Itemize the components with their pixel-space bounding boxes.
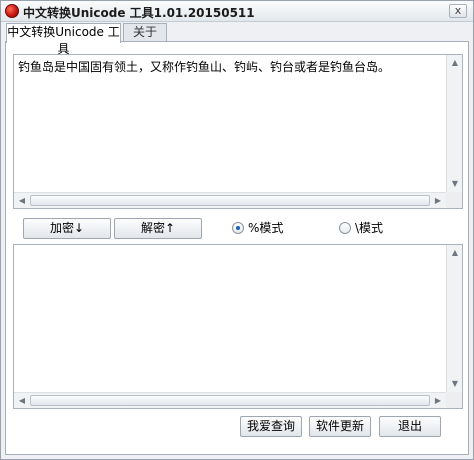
- close-button[interactable]: x: [449, 4, 467, 18]
- percent-mode-label: %模式: [248, 221, 284, 235]
- scroll-right-icon[interactable]: ▶: [430, 393, 446, 409]
- exit-button[interactable]: 退出: [379, 416, 441, 437]
- scroll-thumb[interactable]: [30, 195, 430, 206]
- update-button[interactable]: 软件更新: [309, 416, 371, 437]
- radio-checked-icon[interactable]: [232, 222, 244, 234]
- app-icon: [5, 4, 19, 18]
- query-button[interactable]: 我爱查询: [240, 416, 302, 437]
- backslash-mode-label: \模式: [355, 221, 384, 235]
- tab-about[interactable]: 关于: [123, 23, 167, 42]
- decode-button[interactable]: 解密↑: [114, 218, 202, 239]
- converter-panel: 钓鱼岛是中国固有领土，又称作钓鱼山、钓屿、钓台或者是钓鱼台岛。 ▲ ▼ ◀ ▶ …: [5, 41, 469, 455]
- scroll-left-icon[interactable]: ◀: [14, 393, 30, 409]
- encode-button[interactable]: 加密↓: [23, 218, 111, 239]
- output-textarea[interactable]: ▲ ▼ ◀ ▶: [13, 244, 463, 409]
- scroll-left-icon[interactable]: ◀: [14, 193, 30, 209]
- title-bar[interactable]: 中文转换Unicode 工具1.01.20150511 x: [1, 1, 473, 22]
- scroll-down-icon[interactable]: ▼: [447, 376, 463, 392]
- window-title: 中文转换Unicode 工具1.01.20150511: [23, 6, 255, 20]
- scroll-down-icon[interactable]: ▼: [447, 176, 463, 192]
- scroll-corner: [446, 192, 462, 208]
- tab-converter[interactable]: 中文转换Unicode 工具: [6, 23, 121, 56]
- input-horizontal-scrollbar[interactable]: ◀ ▶: [14, 192, 446, 208]
- radio-unchecked-icon[interactable]: [339, 222, 351, 234]
- scroll-right-icon[interactable]: ▶: [430, 193, 446, 209]
- input-vertical-scrollbar[interactable]: ▲ ▼: [446, 55, 462, 192]
- scroll-up-icon[interactable]: ▲: [447, 55, 463, 71]
- app-window: 中文转换Unicode 工具1.01.20150511 x 中文转换Unicod…: [0, 0, 474, 460]
- scroll-corner: [446, 392, 462, 408]
- input-textarea[interactable]: 钓鱼岛是中国固有领土，又称作钓鱼山、钓屿、钓台或者是钓鱼台岛。 ▲ ▼ ◀ ▶: [13, 54, 463, 209]
- scroll-up-icon[interactable]: ▲: [447, 245, 463, 261]
- output-horizontal-scrollbar[interactable]: ◀ ▶: [14, 392, 446, 408]
- output-vertical-scrollbar[interactable]: ▲ ▼: [446, 245, 462, 392]
- scroll-thumb[interactable]: [30, 395, 430, 406]
- input-text: 钓鱼岛是中国固有领土，又称作钓鱼山、钓屿、钓台或者是钓鱼台岛。: [18, 60, 391, 74]
